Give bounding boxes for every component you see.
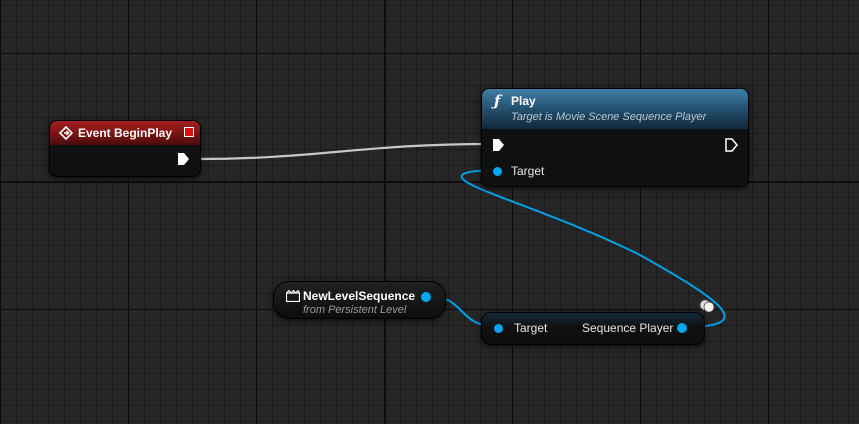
variable-node-title: NewLevelSequence — [303, 289, 416, 303]
output-delegate-pin[interactable] — [184, 127, 194, 137]
target-input-pin[interactable] — [494, 324, 503, 333]
new-level-sequence-node[interactable]: NewLevelSequence from Persistent Level — [273, 281, 446, 319]
wires-layer — [195, 142, 726, 328]
event-node-header[interactable]: Event BeginPlay — [50, 121, 200, 145]
target-pin-label: Target — [514, 321, 548, 335]
event-begin-play-node[interactable]: Event BeginPlay — [49, 120, 201, 177]
function-icon: ƒ — [494, 92, 501, 110]
exec-wire — [195, 142, 492, 161]
exec-output-pin[interactable] — [725, 138, 738, 152]
reroute-knot-icon[interactable] — [699, 299, 715, 313]
exec-output-pin[interactable] — [177, 152, 190, 166]
sequence-output-pin[interactable] — [421, 292, 431, 302]
variable-node-subtitle: from Persistent Level — [303, 304, 407, 316]
target-input-pin[interactable] — [493, 167, 502, 176]
play-node-subtitle: Target is Movie Scene Sequence Player — [511, 111, 707, 123]
sequence-player-output-pin[interactable] — [677, 323, 687, 333]
play-node-title: Play — [511, 94, 536, 108]
event-node-title: Event BeginPlay — [78, 126, 173, 140]
play-function-node[interactable]: ƒ Play Target is Movie Scene Sequence Pl… — [481, 88, 749, 187]
level-sequence-icon — [286, 290, 300, 302]
sequence-player-pin-label: Sequence Player — [582, 321, 674, 335]
sequence-player-getter-node[interactable]: Target Sequence Player — [481, 312, 705, 345]
play-node-header[interactable]: ƒ Play Target is Movie Scene Sequence Pl… — [482, 89, 748, 129]
exec-input-pin[interactable] — [492, 138, 505, 152]
object-wire-player — [460, 169, 726, 328]
event-diamond-icon — [59, 126, 73, 140]
target-pin-label: Target — [511, 164, 545, 178]
